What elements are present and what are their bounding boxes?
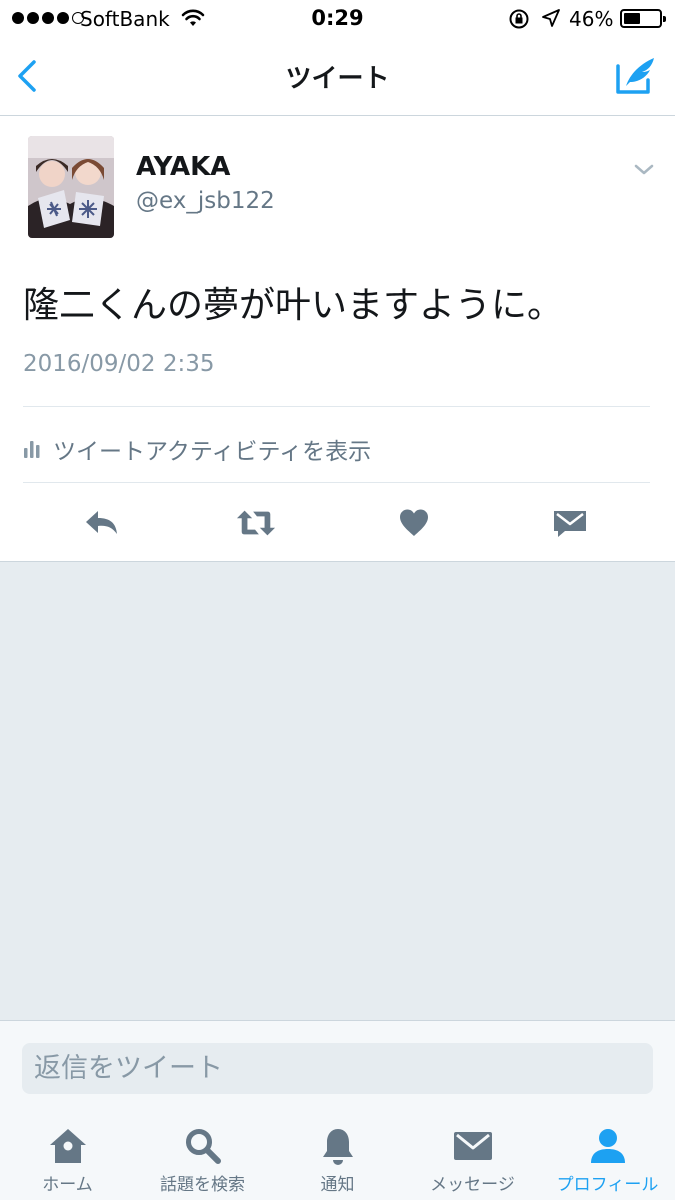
direct-message-icon xyxy=(554,511,586,537)
rotation-lock-icon xyxy=(509,9,529,29)
conversation-area xyxy=(0,562,675,1020)
bell-icon xyxy=(322,1129,353,1165)
tweet-text: 隆二くんの夢が叶いますように。 xyxy=(23,285,564,326)
reply-bar xyxy=(0,1020,675,1108)
tab-notifications[interactable]: 通知 xyxy=(270,1108,405,1200)
author-name[interactable]: AYAKA xyxy=(136,152,230,182)
reply-button[interactable] xyxy=(82,505,122,541)
tab-profile[interactable]: プロフィール xyxy=(540,1108,675,1200)
battery-icon xyxy=(620,9,666,28)
reply-input[interactable] xyxy=(22,1043,653,1094)
compose-tweet-button[interactable] xyxy=(612,52,660,100)
tweet-detail: AYAKA @ex_jsb122 隆二くんの夢が叶いますように。 2016/09… xyxy=(0,116,675,562)
retweet-icon xyxy=(236,510,276,536)
tab-label: プロフィール xyxy=(556,1175,659,1195)
like-button[interactable] xyxy=(394,505,434,541)
avatar[interactable] xyxy=(28,136,114,238)
home-icon xyxy=(49,1129,86,1163)
tab-search[interactable]: 話題を検索 xyxy=(135,1108,270,1200)
tweet-activity-link[interactable]: ツイートアクティビティを表示 xyxy=(23,416,371,482)
tab-home[interactable]: ホーム xyxy=(0,1108,135,1200)
tab-label: 話題を検索 xyxy=(160,1175,245,1195)
envelope-icon xyxy=(453,1132,492,1160)
compose-tweet-icon xyxy=(616,58,654,94)
tab-bar: ホーム 話題を検索 通知 メッセージ プロフィール xyxy=(0,1108,675,1200)
battery-percent: 46% xyxy=(569,7,614,31)
navigation-bar: ツイート xyxy=(0,38,675,116)
tweet-actions xyxy=(0,483,675,561)
search-icon xyxy=(185,1129,221,1164)
like-icon xyxy=(400,509,428,536)
page-title: ツイート xyxy=(285,64,390,94)
location-arrow-icon xyxy=(542,9,560,27)
tab-label: 通知 xyxy=(320,1175,355,1195)
reply-icon xyxy=(86,511,117,534)
status-bar: SoftBank 0:29 46% xyxy=(0,0,675,38)
tweet-menu-button[interactable] xyxy=(630,160,658,180)
tweet-timestamp: 2016/09/02 2:35 xyxy=(23,351,215,377)
bar-chart-icon xyxy=(24,441,40,458)
battery-level-fill xyxy=(624,13,640,24)
chevron-down-icon xyxy=(634,164,654,175)
avatar-photo xyxy=(28,136,114,238)
retweet-button[interactable] xyxy=(236,505,276,541)
tab-messages[interactable]: メッセージ xyxy=(405,1108,540,1200)
tweet-activity-label: ツイートアクティビティを表示 xyxy=(53,439,372,465)
divider xyxy=(23,406,650,407)
tab-label: メッセージ xyxy=(430,1175,515,1195)
tab-label: ホーム xyxy=(42,1175,93,1195)
profile-icon xyxy=(590,1129,625,1163)
direct-message-button[interactable] xyxy=(550,505,590,541)
author-handle[interactable]: @ex_jsb122 xyxy=(136,188,275,214)
